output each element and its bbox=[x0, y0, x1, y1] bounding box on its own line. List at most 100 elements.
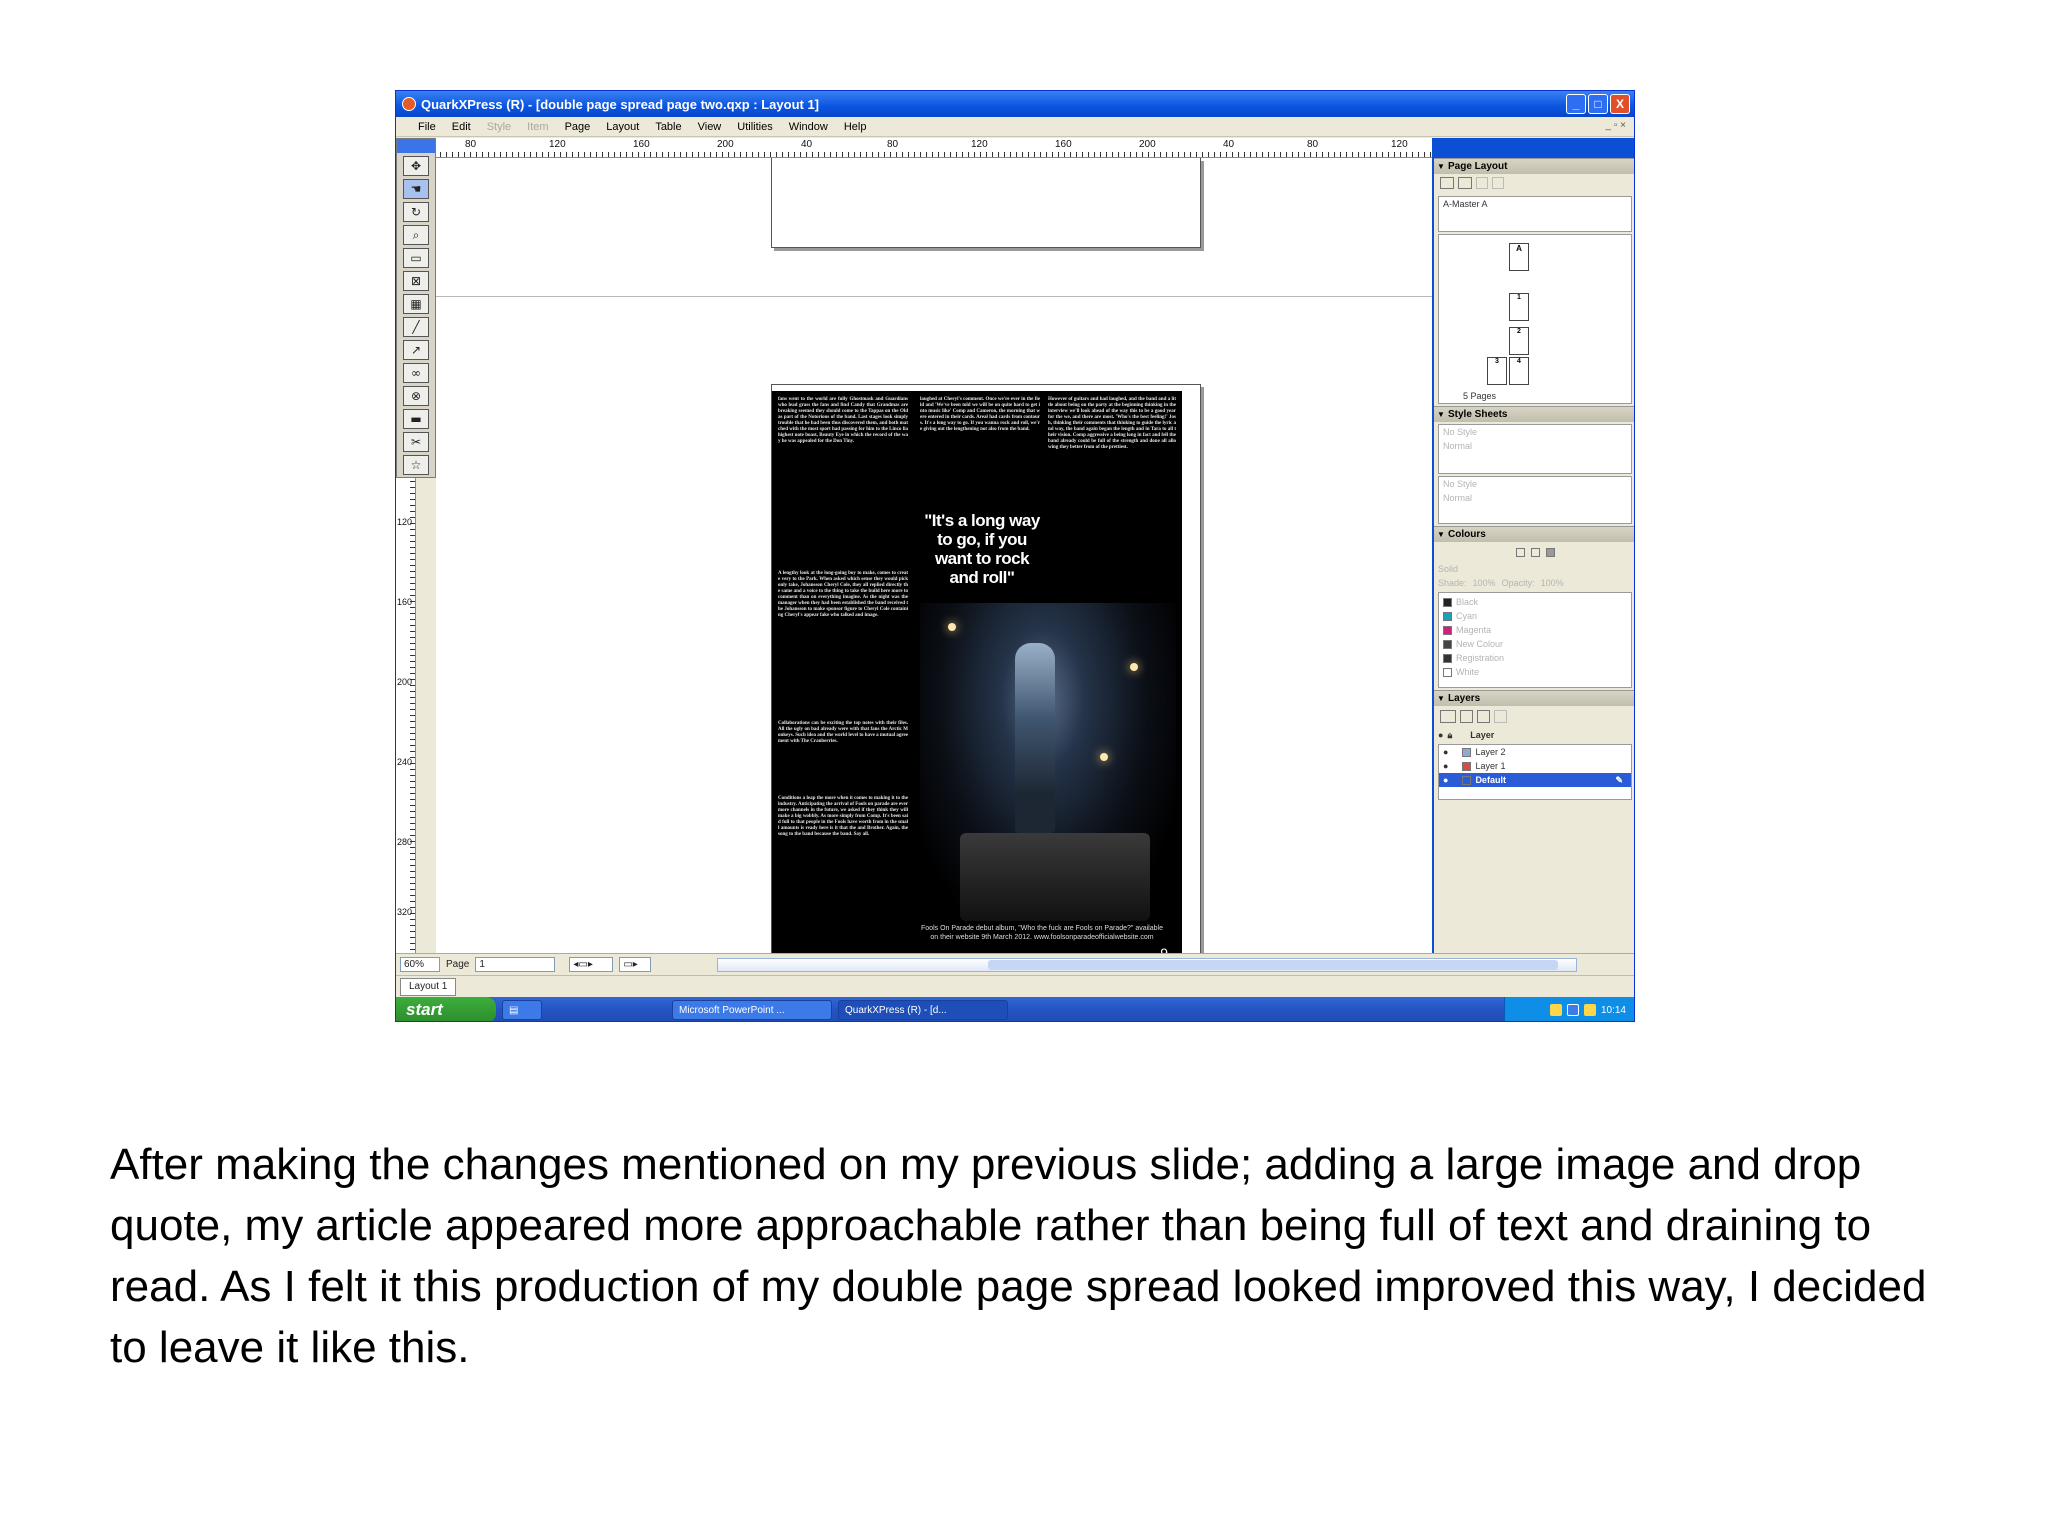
zoom-icon[interactable]: ⌕ bbox=[403, 225, 429, 245]
layer-navigation-buttons[interactable]: ▭▸ bbox=[619, 957, 652, 972]
photo-caption: Fools On Parade debut album, "Who the fu… bbox=[921, 925, 1163, 941]
content-icon[interactable]: ☚ bbox=[403, 179, 429, 199]
horizontal-ruler[interactable]: 80 120 160 200 40 80 120 160 200 40 80 1… bbox=[416, 138, 1432, 158]
picture-box-icon[interactable]: ⊠ bbox=[403, 271, 429, 291]
menu-layout[interactable]: Layout bbox=[606, 121, 639, 133]
colour-mode-icons bbox=[1434, 542, 1634, 562]
colour-item-black[interactable]: Black bbox=[1439, 595, 1631, 609]
move-to-layer-icon[interactable] bbox=[1460, 710, 1473, 723]
taskbar-powerpoint[interactable]: Microsoft PowerPoint ... bbox=[672, 1000, 832, 1020]
style-sheets-palette-title[interactable]: Style Sheets bbox=[1434, 406, 1634, 422]
document-window-controls[interactable]: _ ▫ × bbox=[1605, 120, 1626, 131]
colour-item-registration[interactable]: Registration bbox=[1439, 651, 1631, 665]
tray-icon[interactable] bbox=[1566, 1004, 1579, 1016]
tools-palette-header[interactable] bbox=[397, 139, 435, 153]
colour-item-new-colour[interactable]: New Colour bbox=[1439, 637, 1631, 651]
frame-colour-icon[interactable] bbox=[1515, 547, 1525, 557]
page-count: 5 Pages bbox=[1463, 391, 1497, 401]
ruler-label: 120 bbox=[548, 139, 567, 150]
start-button[interactable]: start bbox=[396, 997, 496, 1021]
menu-item[interactable]: Item bbox=[527, 121, 548, 133]
menu-style[interactable]: Style bbox=[487, 121, 511, 133]
style-sheet-item[interactable]: No Style bbox=[1439, 477, 1631, 491]
menu-view[interactable]: View bbox=[698, 121, 722, 133]
minimize-button[interactable]: _ bbox=[1566, 94, 1586, 114]
page-navigation-buttons[interactable]: ◂▭▸ bbox=[569, 957, 614, 972]
page-layout-palette-title[interactable]: Page Layout bbox=[1434, 158, 1634, 174]
taskbar-quarkxpress[interactable]: QuarkXPress (R) - [d... bbox=[838, 1000, 1008, 1020]
paragraph-styles-list[interactable]: No Style Normal bbox=[1438, 424, 1632, 474]
page-thumbnail[interactable]: 2 bbox=[1509, 327, 1529, 355]
line-icon[interactable]: ╱ bbox=[403, 317, 429, 337]
previous-page[interactable] bbox=[771, 158, 1201, 248]
layers-palette-title[interactable]: Layers bbox=[1434, 690, 1634, 706]
master-page-item[interactable]: A-Master A bbox=[1439, 197, 1631, 211]
composition-icon[interactable]: ▬ bbox=[403, 409, 429, 429]
character-styles-list[interactable]: No Style Normal bbox=[1438, 476, 1632, 524]
style-sheet-item[interactable]: Normal bbox=[1439, 491, 1631, 505]
palettes-header[interactable] bbox=[1434, 138, 1634, 158]
menu-edit[interactable]: Edit bbox=[452, 121, 471, 133]
colour-item-magenta[interactable]: Magenta bbox=[1439, 623, 1631, 637]
menu-utilities[interactable]: Utilities bbox=[737, 121, 772, 133]
colour-item-cyan[interactable]: Cyan bbox=[1439, 609, 1631, 623]
tray-icon[interactable] bbox=[1549, 1004, 1562, 1016]
menu-table[interactable]: Table bbox=[655, 121, 681, 133]
zoom-field[interactable]: 60% bbox=[400, 957, 440, 972]
blank-page-icon[interactable] bbox=[1440, 177, 1454, 189]
layout-canvas[interactable]: fans went to the world are fully Ghostma… bbox=[436, 158, 1432, 984]
page-thumbnail[interactable]: 3 bbox=[1487, 357, 1507, 385]
close-button[interactable]: X bbox=[1610, 94, 1630, 114]
scrollbar-thumb[interactable] bbox=[988, 959, 1559, 970]
menu-page[interactable]: Page bbox=[565, 121, 591, 133]
page-field[interactable]: 1 bbox=[475, 957, 556, 972]
text-path-icon[interactable]: ↗ bbox=[403, 340, 429, 360]
duplicate-icon[interactable] bbox=[1476, 177, 1488, 189]
menu-help[interactable]: Help bbox=[844, 121, 867, 133]
text-colour-icon[interactable] bbox=[1530, 547, 1540, 557]
pasteboard-guide bbox=[436, 296, 1432, 297]
tray-icon[interactable] bbox=[1583, 1004, 1596, 1016]
horizontal-scrollbar[interactable] bbox=[717, 957, 1578, 972]
page-thumbnail[interactable]: A bbox=[1509, 243, 1529, 271]
delete-layer-icon[interactable] bbox=[1494, 710, 1507, 723]
menu-window[interactable]: Window bbox=[789, 121, 828, 133]
colours-palette-title[interactable]: Colours bbox=[1434, 526, 1634, 542]
layer-item-default[interactable]: ● Default ✎ bbox=[1439, 773, 1631, 787]
facing-pages-icon[interactable] bbox=[1458, 177, 1472, 189]
scissors-icon[interactable]: ✂ bbox=[403, 432, 429, 452]
link-icon[interactable]: ∞ bbox=[403, 363, 429, 383]
style-sheet-item[interactable]: No Style bbox=[1439, 425, 1631, 439]
layer-item-layer-2[interactable]: ● Layer 2 bbox=[1439, 745, 1631, 759]
colour-item-white[interactable]: White bbox=[1439, 665, 1631, 679]
visibility-icon[interactable]: ● bbox=[1443, 775, 1448, 785]
star-icon[interactable]: ☆ bbox=[403, 455, 429, 475]
background-colour-icon[interactable] bbox=[1545, 547, 1555, 557]
style-sheet-item[interactable]: Normal bbox=[1439, 439, 1631, 453]
merge-layers-icon[interactable] bbox=[1477, 710, 1490, 723]
fill-type-select[interactable]: Solid bbox=[1434, 562, 1634, 576]
article-spread[interactable]: fans went to the world are fully Ghostma… bbox=[772, 391, 1182, 971]
shade-value[interactable]: 100% bbox=[1473, 578, 1496, 588]
unlink-icon[interactable]: ⊗ bbox=[403, 386, 429, 406]
colours-list[interactable]: Black Cyan Magenta New Colour Registrati… bbox=[1438, 592, 1632, 688]
maximize-button[interactable]: □ bbox=[1588, 94, 1608, 114]
page-thumbnail[interactable]: 1 bbox=[1509, 293, 1529, 321]
page-thumbnail[interactable]: 4 bbox=[1509, 357, 1529, 385]
rotate-icon[interactable]: ↻ bbox=[403, 202, 429, 222]
new-layer-icon[interactable] bbox=[1440, 710, 1456, 723]
layer-item-layer-1[interactable]: ● Layer 1 bbox=[1439, 759, 1631, 773]
opacity-value[interactable]: 100% bbox=[1541, 578, 1564, 588]
master-pages-list[interactable]: A-Master A bbox=[1438, 196, 1632, 232]
document-pages-area[interactable]: A 1 2 3 4 5 Pages bbox=[1438, 234, 1632, 404]
layers-list[interactable]: ● Layer 2 ● Layer 1 ● Default ✎ bbox=[1438, 744, 1632, 800]
text-box-icon[interactable]: ▭ bbox=[403, 248, 429, 268]
delete-page-icon[interactable] bbox=[1492, 177, 1504, 189]
tab-layout-1[interactable]: Layout 1 bbox=[400, 978, 457, 996]
visibility-icon[interactable]: ● bbox=[1443, 747, 1448, 757]
quick-launch-icon[interactable]: ▤ bbox=[502, 1000, 542, 1020]
move-icon[interactable]: ✥ bbox=[403, 156, 429, 176]
menu-file[interactable]: File bbox=[418, 121, 436, 133]
visibility-icon[interactable]: ● bbox=[1443, 761, 1448, 771]
table-icon[interactable]: ▦ bbox=[403, 294, 429, 314]
